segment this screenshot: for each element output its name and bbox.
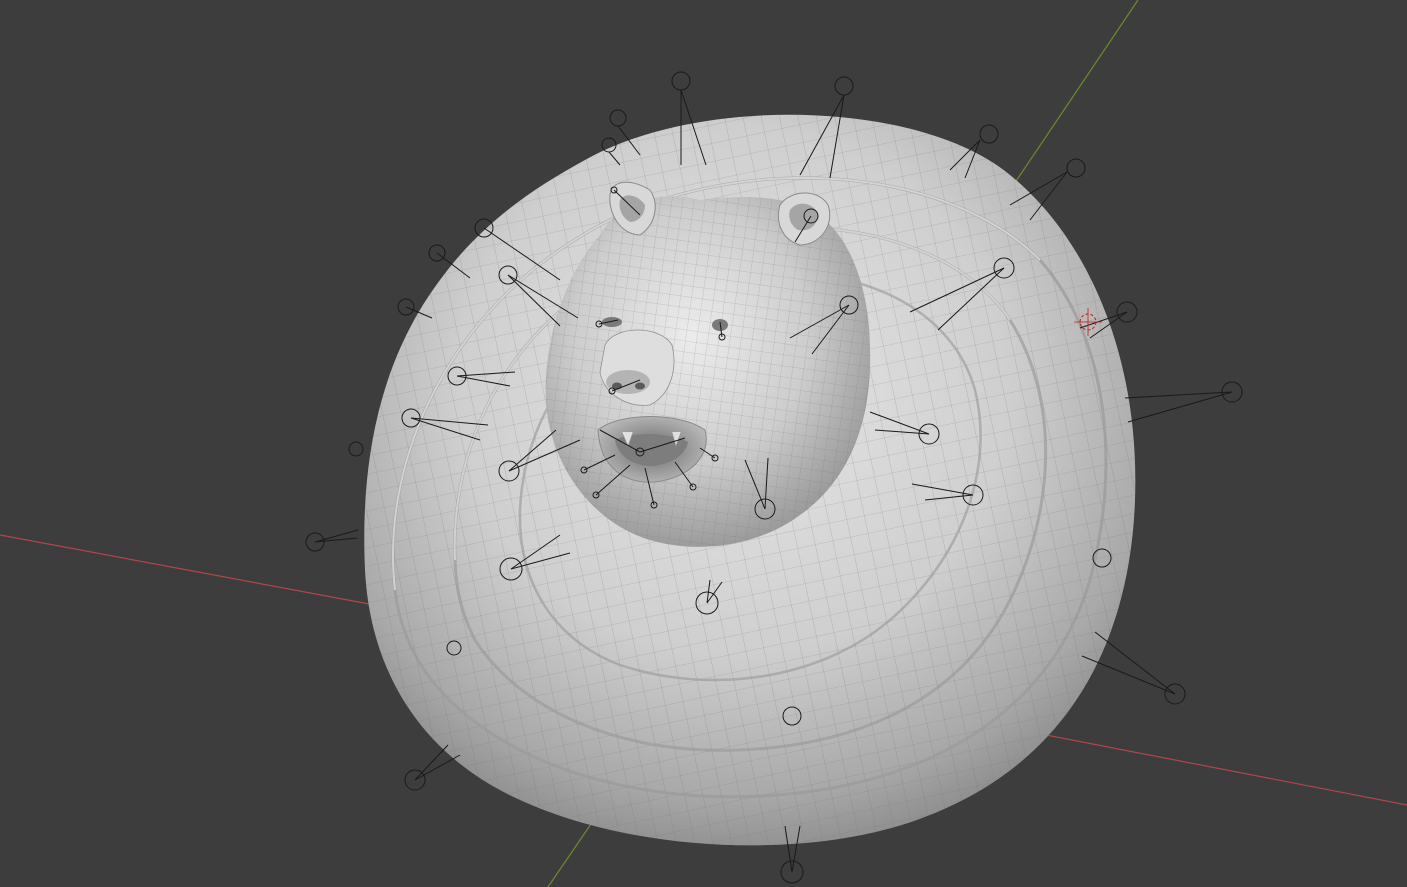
bear-eye-left <box>602 317 622 327</box>
viewport-scene[interactable] <box>0 0 1407 887</box>
3d-viewport[interactable] <box>0 0 1407 887</box>
